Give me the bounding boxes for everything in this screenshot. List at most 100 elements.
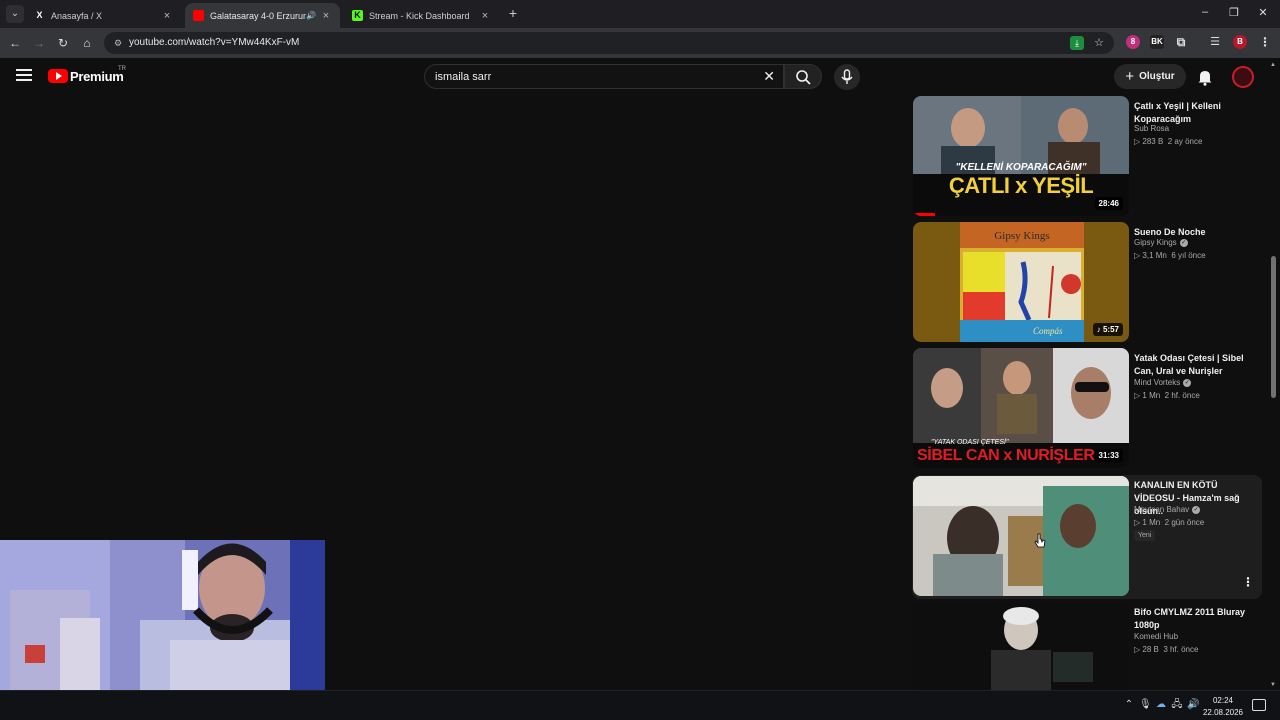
tab-x[interactable]: X Anasayfa / X × [26, 3, 181, 28]
address-bar[interactable]: ⚙ youtube.com/watch?v=YMw44KxF-vM ⤓ ☆ [104, 32, 1114, 54]
home-icon[interactable]: ⌂ [79, 35, 95, 51]
clock-date[interactable]: 22.08.2026 [1200, 708, 1246, 717]
video-meta: ▷ 1 Mn 2 hf. önce [1134, 391, 1200, 400]
os-taskbar [0, 690, 1280, 720]
reading-list-icon[interactable]: ☰ [1208, 35, 1222, 49]
youtube-logo-icon[interactable] [48, 69, 68, 83]
new-tab-button[interactable]: + [505, 5, 521, 21]
video-title[interactable]: Çatlı x Yeşil | Kelleni Koparacağım [1134, 100, 1258, 126]
video-title[interactable]: Yatak Odası Çetesi | Sibel Can, Ural ve … [1134, 352, 1258, 378]
create-button[interactable]: + Oluştur [1114, 64, 1186, 89]
video-channel[interactable]: Komedi Hub [1134, 632, 1178, 641]
upload-age: 3 hf. önce [1163, 645, 1199, 654]
profile-icon[interactable]: B [1233, 35, 1247, 49]
hamburger-menu-icon[interactable] [16, 69, 32, 81]
video-item[interactable]: Bifo CMYLMZ 2011 Bluray 1080p Komedi Hub… [912, 602, 1262, 690]
video-item[interactable]: "KELLENİ KOPARACAĞIM" ÇATLI x YEŞİL 28:4… [912, 96, 1262, 218]
url-text: youtube.com/watch?v=YMw44KxF-vM [129, 37, 300, 48]
video-thumbnail[interactable] [913, 476, 1129, 596]
youtube-brand[interactable]: Premium [70, 69, 124, 84]
channel-name: Gipsy Kings [1134, 238, 1177, 247]
x-logo-icon: X [36, 10, 43, 20]
upload-age: 6 yıl önce [1171, 251, 1206, 260]
restore-icon[interactable]: ❐ [1227, 6, 1241, 19]
tab-title: Anasayfa / X [51, 10, 103, 21]
chevron-up-icon[interactable]: ⌃ [1123, 699, 1135, 711]
close-icon[interactable]: × [161, 10, 173, 22]
extension-icon[interactable]: BK [1150, 35, 1164, 49]
thumbnail-caption: Compás [1033, 326, 1063, 336]
site-info-icon[interactable]: ⚙ [112, 37, 124, 49]
notifications-bell-icon[interactable] [1197, 68, 1213, 86]
channel-name: Sub Rosa [1134, 124, 1170, 133]
search-icon [796, 70, 811, 85]
youtube-icon [193, 10, 204, 21]
close-icon[interactable]: × [320, 10, 332, 22]
region-code: TR [118, 66, 126, 72]
network-icon[interactable]: 🖧 [1171, 699, 1183, 711]
cloud-icon[interactable]: ☁ [1155, 699, 1167, 711]
video-thumbnail[interactable]: "YATAK ODASI ÇETESİ" SİBEL CAN x NURİŞLE… [913, 348, 1129, 468]
speaker-icon[interactable]: 🔊 [1187, 699, 1199, 711]
video-meta: ▷ 28 B 3 hf. önce [1134, 645, 1198, 654]
speaker-icon[interactable]: 🔊 [306, 11, 316, 20]
mouse-cursor-icon [1034, 533, 1046, 548]
views-play-icon: ▷ [1134, 137, 1141, 146]
puzzle-icon[interactable]: ⧉ [1174, 35, 1188, 49]
search-input[interactable]: ismaila sarr ✕ [424, 64, 784, 89]
channel-name: Komedi Hub [1134, 632, 1179, 641]
kebab-menu-icon[interactable]: ⋮ [1258, 35, 1272, 49]
upload-age: 2 ay önce [1167, 137, 1203, 146]
kebab-menu-icon[interactable]: ⋮ [1242, 575, 1254, 589]
scroll-down-arrow-icon[interactable]: ▼ [1270, 682, 1276, 688]
install-app-icon[interactable]: ⤓ [1070, 36, 1084, 50]
search-button[interactable] [784, 64, 822, 89]
video-item[interactable]: KANALIN EN KÖTÜ VİDEOSU - Hamza'm sağ ol… [912, 475, 1262, 599]
extension-icon[interactable]: 8 [1126, 35, 1140, 49]
video-channel[interactable]: Sub Rosa [1134, 124, 1169, 133]
bookmark-star-icon[interactable]: ☆ [1092, 36, 1106, 50]
channel-name: Mind Vorteks [1134, 378, 1181, 387]
minimize-icon[interactable]: – [1198, 6, 1212, 18]
duration-value: 5:57 [1102, 325, 1119, 334]
close-window-icon[interactable]: ✕ [1256, 6, 1270, 19]
tab-youtube[interactable]: Galatasaray 4-0 Erzurumsp 🔊 × [185, 3, 340, 28]
scrollbar-thumb[interactable] [1271, 256, 1276, 398]
tab-search-button[interactable]: ⌄ [6, 5, 24, 23]
scroll-up-arrow-icon[interactable]: ▲ [1270, 62, 1276, 68]
video-item[interactable]: Gipsy Kings Compás ♪ 5:57 Sueno De Noche… [912, 222, 1262, 344]
video-thumbnail[interactable]: Gipsy Kings Compás ♪ 5:57 [913, 222, 1129, 342]
microphone-icon [841, 69, 853, 84]
clock-time[interactable]: 02:24 [1205, 696, 1241, 705]
video-channel[interactable]: Gipsy Kings ✓ [1134, 238, 1188, 247]
related-videos-sidebar: "KELLENİ KOPARACAĞIM" ÇATLI x YEŞİL 28:4… [912, 96, 1268, 690]
close-icon[interactable]: × [479, 10, 491, 22]
screen: ⌄ X Anasayfa / X × Galatasaray 4-0 Erzur… [0, 0, 1280, 720]
tab-kick[interactable]: K Stream - Kick Dashboard × [344, 3, 499, 28]
reload-icon[interactable]: ↻ [55, 35, 71, 51]
views-play-icon: ▷ [1134, 518, 1141, 527]
video-thumbnail[interactable] [913, 602, 1129, 690]
video-meta: ▷ 283 B 2 ay önce [1134, 137, 1202, 146]
avatar[interactable] [1232, 66, 1254, 88]
video-channel[interactable]: Mind Vorteks ✓ [1134, 378, 1192, 387]
view-count: 1 Mn [1142, 391, 1161, 400]
video-thumbnail[interactable]: "KELLENİ KOPARACAĞIM" ÇATLI x YEŞİL 28:4… [913, 96, 1129, 216]
verified-check-icon: ✓ [1192, 505, 1201, 514]
back-icon[interactable]: ← [7, 35, 23, 51]
video-item[interactable]: "YATAK ODASI ÇETESİ" SİBEL CAN x NURİŞLE… [912, 348, 1262, 470]
verified-check-icon: ✓ [1183, 378, 1192, 387]
page-scrollbar[interactable]: ▲ ▼ [1269, 60, 1277, 690]
video-meta: ▷ 1 Mn 2 gün önce [1134, 518, 1204, 527]
clear-search-icon[interactable]: ✕ [763, 68, 775, 85]
microphone-icon[interactable]: 🎙 [1139, 699, 1152, 711]
thumbnail-caption: "KELLENİ KOPARACAĞIM" [955, 162, 1087, 173]
video-channel[interactable]: Mevtcan Bahav ✓ [1134, 505, 1201, 514]
view-count: 283 B [1142, 137, 1164, 146]
video-title[interactable]: Bifo CMYLMZ 2011 Bluray 1080p [1134, 606, 1258, 632]
forward-icon[interactable]: → [31, 35, 47, 51]
voice-search-button[interactable] [834, 64, 860, 90]
notification-center-icon[interactable] [1252, 699, 1266, 711]
video-meta: ▷ 3,1 Mn 6 yıl önce [1134, 251, 1206, 260]
browser-toolbar: ← → ↻ ⌂ ⚙ youtube.com/watch?v=YMw44KxF-v… [0, 28, 1280, 58]
